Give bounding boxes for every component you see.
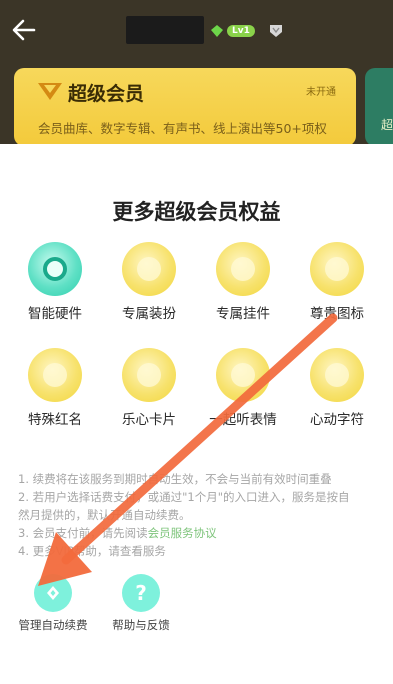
noble-icon bbox=[310, 242, 364, 296]
heartbeat-character-icon bbox=[310, 348, 364, 402]
smart-hardware-icon bbox=[28, 242, 82, 296]
listen-together-emoji-icon bbox=[216, 348, 270, 402]
next-vip-card[interactable]: 超 bbox=[365, 68, 393, 146]
benefit-label: 尊贵图标 bbox=[310, 306, 364, 322]
exclusive-pendant-icon bbox=[216, 242, 270, 296]
help-symbol: ? bbox=[135, 581, 147, 605]
benefit-label: 心动字符 bbox=[310, 412, 364, 428]
benefit-exclusive-dress[interactable]: 专属装扮 bbox=[102, 242, 196, 322]
benefit-smart-hardware[interactable]: 智能硬件 bbox=[8, 242, 102, 322]
card-description: 会员曲库、数字专辑、有声书、线上演出等50+项权 bbox=[38, 121, 327, 136]
top-bar: Lv1 bbox=[0, 0, 393, 62]
note-line-1: 1. 续费将在该服务到期时自动生效，不会与当前有效时间重叠 bbox=[18, 472, 332, 486]
question-mark-icon: ? bbox=[122, 574, 160, 612]
benefit-label: 乐心卡片 bbox=[122, 412, 176, 428]
benefit-heartbeat-character[interactable]: 心动字符 bbox=[290, 348, 384, 428]
benefit-noble-icon[interactable]: 尊贵图标 bbox=[290, 242, 384, 322]
benefits-sheet: 更多超级会员权益 智能硬件 专属装扮 专属挂件 尊贵图标 特殊红名 乐心卡片 一… bbox=[0, 144, 393, 684]
service-agreement-link[interactable]: 会员服务协议 bbox=[148, 526, 217, 540]
special-red-name-icon bbox=[28, 348, 82, 402]
note-line-2b: 然月提供的，默认开通自动续费。 bbox=[18, 508, 191, 522]
benefit-label: 专属挂件 bbox=[216, 306, 270, 322]
level-text: Lv1 bbox=[227, 25, 255, 37]
note-line-3-prefix: 3. 会员支付前，请先阅读 bbox=[18, 526, 148, 540]
manage-autorenew-label: 管理自动续费 bbox=[18, 618, 88, 632]
card-title: 超级会员 bbox=[68, 83, 145, 105]
level-badge: Lv1 bbox=[210, 24, 284, 38]
benefit-label: 特殊红名 bbox=[28, 412, 82, 428]
note-line-4: 4. 更多VIP帮助，请查看服务 bbox=[18, 544, 166, 558]
benefit-music-heart-card[interactable]: 乐心卡片 bbox=[102, 348, 196, 428]
manage-autorenew-icon bbox=[34, 574, 72, 612]
help-feedback-label: 帮助与反馈 bbox=[112, 618, 170, 632]
note-line-3: 3. 会员支付前，请先阅读会员服务协议 bbox=[18, 524, 388, 542]
card-status: 未开通 bbox=[306, 87, 336, 98]
super-vip-card[interactable]: 超级会员 未开通 会员曲库、数字专辑、有声书、线上演出等50+项权 bbox=[14, 68, 356, 146]
benefit-listen-together-emoji[interactable]: 一起听表情 bbox=[196, 348, 290, 428]
gem-icon bbox=[211, 25, 223, 37]
music-heart-card-icon bbox=[122, 348, 176, 402]
redacted-username bbox=[126, 16, 204, 44]
v-crown-icon bbox=[38, 83, 62, 100]
manage-autorenew-button[interactable]: 管理自动续费 bbox=[3, 574, 103, 633]
note-line-2a: 2. 若用户选择话费支付，或通过"1个月"的入口进入，服务是按自 bbox=[18, 490, 350, 504]
benefit-exclusive-pendant[interactable]: 专属挂件 bbox=[196, 242, 290, 322]
benefit-special-red-name[interactable]: 特殊红名 bbox=[8, 348, 102, 428]
exclusive-dress-icon bbox=[122, 242, 176, 296]
next-card-text: 超 bbox=[381, 118, 393, 132]
benefit-label: 智能硬件 bbox=[28, 306, 82, 322]
help-feedback-button[interactable]: ? 帮助与反馈 bbox=[91, 574, 191, 633]
benefits-heading: 更多超级会员权益 bbox=[112, 200, 281, 224]
benefit-label: 专属装扮 bbox=[122, 306, 176, 322]
shield-icon bbox=[269, 25, 282, 37]
service-notes: 1. 续费将在该服务到期时自动生效，不会与当前有效时间重叠 2. 若用户选择话费… bbox=[18, 470, 388, 560]
arrow-left-icon[interactable] bbox=[10, 16, 38, 44]
benefit-label: 一起听表情 bbox=[209, 412, 277, 428]
